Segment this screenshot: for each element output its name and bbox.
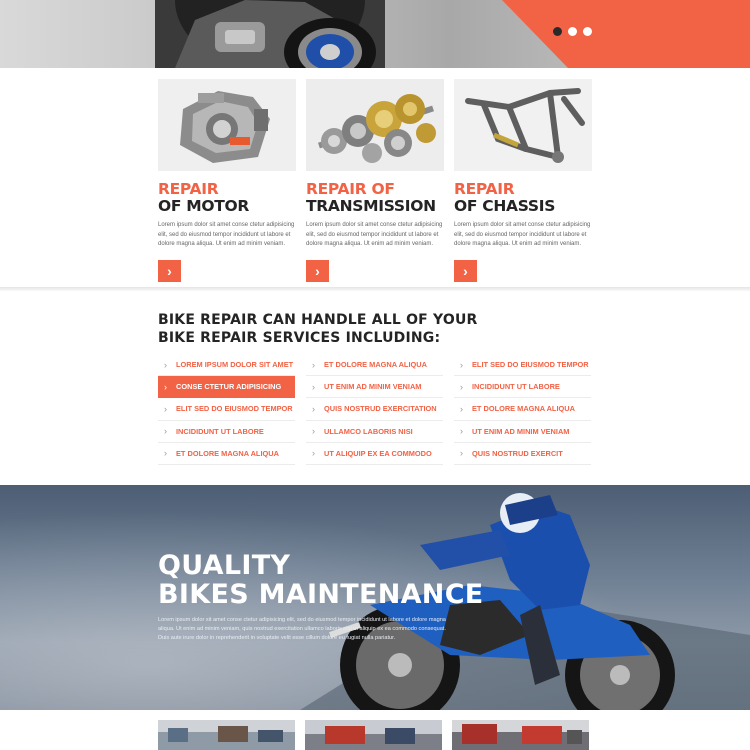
banner-title-line-1: QUALITY [158,550,291,581]
service-description: Lorem ipsum dolor sit amet conse ctetur … [454,222,591,247]
gallery-thumb-3[interactable] [452,720,589,750]
chevron-right-icon: › [312,381,315,392]
service-title-rest: TRANSMISSION [306,197,436,215]
chevron-right-icon: › [460,381,463,392]
chevron-right-icon: › [315,262,320,279]
slider-dot-3[interactable] [583,27,592,36]
service-title-highlight: REPAIR [158,180,219,198]
chassis-frame-image [454,79,592,171]
chevron-right-icon: › [312,403,315,414]
services-list-column-2: › ET DOLORE MAGNA ALIQUA › UT ENIM AD MINI… [306,354,443,465]
page: REPAIR OF MOTOR Lorem ipsum dolor sit am… [0,0,750,750]
list-item[interactable]: › ET DOLORE MAGNA ALIQUA [158,443,295,465]
list-item[interactable]: › ET DOLORE MAGNA ALIQUA [306,354,443,377]
services-list-column-1: › LOREM IPSUM DOLOR SIT AMET › CONSE CTETU… [158,354,295,465]
banner-title: QUALITY BIKES MAINTENANCE [158,551,484,609]
chevron-right-icon: › [463,262,468,279]
chevron-right-icon: › [164,403,167,414]
chevron-right-icon: › [164,359,167,370]
chevron-right-icon: › [312,448,315,459]
hero-slider [0,0,750,68]
chevron-right-icon: › [167,262,172,279]
chevron-right-icon: › [164,448,167,459]
list-item[interactable]: › ET DOLORE MAGNA ALIQUA [454,398,591,421]
chevron-right-icon: › [460,448,463,459]
service-title: REPAIR OF CHASSIS [454,181,592,215]
slider-dot-1[interactable] [553,27,562,36]
list-item[interactable]: › ELIT SED DO EIUSMOD TEMPOR [454,354,591,377]
chevron-right-icon: › [312,359,315,370]
banner-description: Lorem ipsum dolor sit amet conse ctetur … [158,617,446,641]
service-title-highlight: REPAIR [454,180,515,198]
chevron-right-icon: › [460,403,463,414]
list-item[interactable]: › ELIT SED DO EIUSMOD TEMPOR [158,398,295,421]
banner-title-line-2: BIKES MAINTENANCE [158,579,484,610]
list-item[interactable]: › QUIS NOSTRUD EXERCIT [454,443,591,465]
gears-image [306,79,444,171]
service-description: Lorem ipsum dolor sit amet conse ctetur … [158,222,295,247]
service-card-chassis: REPAIR OF CHASSIS Lorem ipsum dolor sit … [454,79,592,282]
chevron-right-icon: › [164,381,167,392]
service-card-transmission: REPAIR OF TRANSMISSION Lorem ipsum dolor… [306,79,444,282]
service-title-rest: OF CHASSIS [454,197,556,215]
motor-engine-image [158,79,296,171]
slider-dots [553,27,592,36]
service-title: REPAIR OF TRANSMISSION [306,181,444,215]
list-item[interactable]: › INCIDIDUNT UT LABORE [158,421,295,443]
list-item[interactable]: › UT ALIQUIP EX EA COMMODO [306,443,443,465]
chevron-right-icon: › [312,426,315,437]
service-title-rest: OF MOTOR [158,197,250,215]
gallery-thumbnails [158,720,589,750]
service-more-button[interactable]: › [306,259,329,282]
services-cards: REPAIR OF MOTOR Lorem ipsum dolor sit am… [158,79,592,282]
section-divider [0,287,750,291]
list-item[interactable]: › UT ENIM AD MINIM VENIAM [306,376,443,399]
slider-dot-2[interactable] [568,27,577,36]
list-item[interactable]: › ULLAMCO LABORIS NISI [306,421,443,443]
hero-motorcycle-image [155,0,385,68]
chevron-right-icon: › [164,426,167,437]
service-description: Lorem ipsum dolor sit amet conse ctetur … [306,222,443,247]
list-item[interactable]: › QUIS NOSTRUD EXERCITATION [306,398,443,421]
service-title-highlight: REPAIR OF [306,180,395,198]
gallery-thumb-2[interactable] [305,720,442,750]
service-more-button[interactable]: › [454,259,477,282]
services-list-title: BIKE REPAIR CAN HANDLE ALL OF YOUR BIKE … [158,312,478,346]
chevron-right-icon: › [460,426,463,437]
list-item-active[interactable]: › CONSE CTETUR ADIPISICING [158,376,295,399]
service-title: REPAIR OF MOTOR [158,181,296,215]
list-item[interactable]: › LOREM IPSUM DOLOR SIT AMET [158,354,295,377]
service-card-motor: REPAIR OF MOTOR Lorem ipsum dolor sit am… [158,79,296,282]
chevron-right-icon: › [460,359,463,370]
gallery-thumb-1[interactable] [158,720,295,750]
services-list-column-3: › ELIT SED DO EIUSMOD TEMPOR › INCIDIDUNT … [454,354,591,465]
list-item[interactable]: › UT ENIM AD MINIM VENIAM [454,421,591,443]
services-list: › LOREM IPSUM DOLOR SIT AMET › CONSE CTETU… [158,354,591,465]
service-more-button[interactable]: › [158,259,181,282]
list-item[interactable]: › INCIDIDUNT UT LABORE [454,376,591,399]
